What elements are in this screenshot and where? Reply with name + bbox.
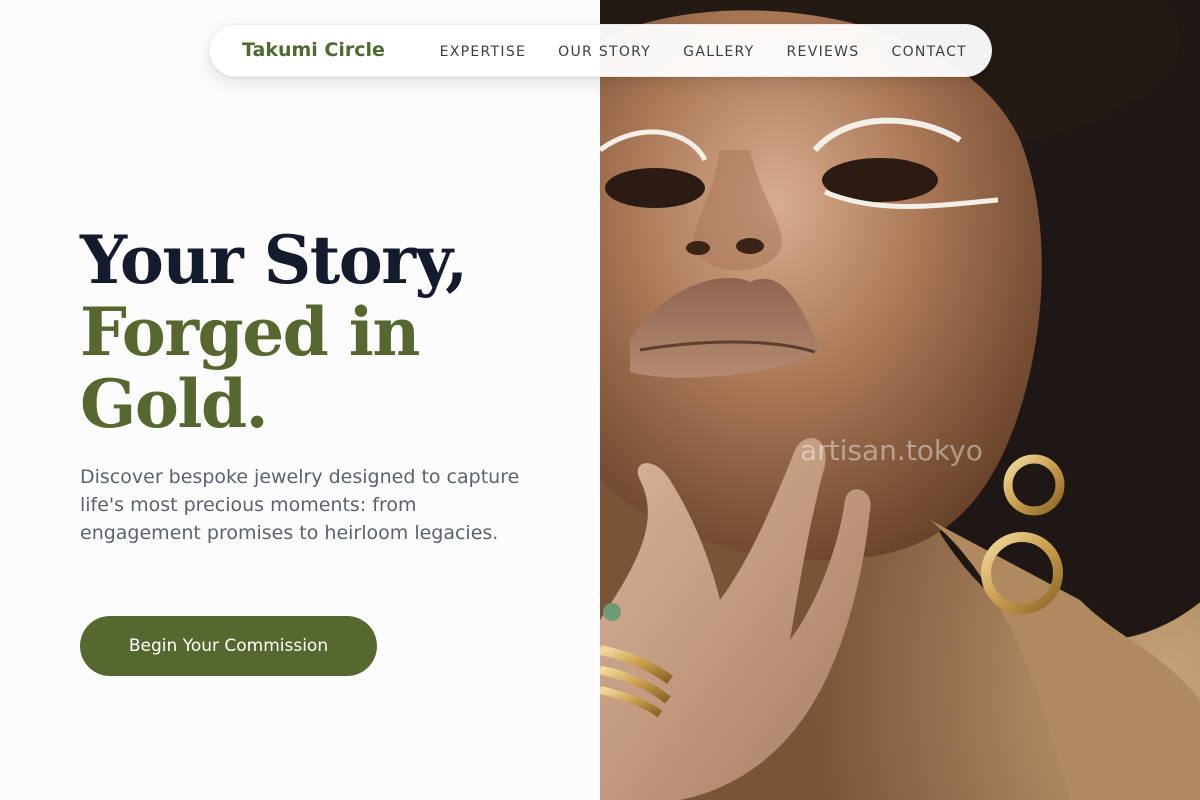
nav-item-gallery: GALLERY [683,43,754,61]
begin-commission-button[interactable]: Begin Your Commission [80,616,377,676]
headline-line-3: Gold. [80,365,269,443]
nav-link-expertise[interactable]: EXPERTISE [440,44,527,60]
headline-line-1: Your Story, [80,221,468,299]
nav-item-our-story: OUR STORY [558,43,651,61]
nav-item-expertise: EXPERTISE [440,43,527,61]
hero-text-panel: Your Story, Forged in Gold. Discover bes… [0,0,600,800]
nav-link-contact[interactable]: CONTACT [892,44,968,60]
landing-page: Your Story, Forged in Gold. Discover bes… [0,0,1200,800]
portrait-image [600,0,1200,800]
top-navigation: Takumi Circle EXPERTISE OUR STORY GALLER… [209,24,992,77]
nav-links: EXPERTISE OUR STORY GALLERY REVIEWS CONT… [440,25,967,78]
hero-headline: Your Story, Forged in Gold. [80,221,468,443]
nav-link-reviews[interactable]: REVIEWS [787,44,860,60]
nav-item-contact: CONTACT [892,43,968,61]
watermark: artisan.tokyo [800,434,983,467]
headline-line-2: Forged in [80,293,420,371]
brand-logo[interactable]: Takumi Circle [242,39,385,61]
nav-item-reviews: REVIEWS [787,43,860,61]
nav-link-gallery[interactable]: GALLERY [683,44,754,60]
hero-subtitle: Discover bespoke jewelry designed to cap… [80,466,520,544]
nav-link-our-story[interactable]: OUR STORY [558,44,651,60]
hero-photo [600,0,1200,800]
